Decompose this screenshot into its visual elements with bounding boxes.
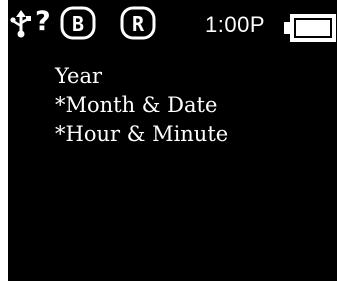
b-badge-label: B — [72, 12, 84, 36]
menu-item-year[interactable]: Year — [55, 62, 228, 91]
b-badge-icon: B — [60, 6, 96, 40]
device-screen: ? B R 1:00P Year *Month & Date *Hour & M… — [8, 0, 337, 281]
menu-item-hour-minute[interactable]: *Hour & Minute — [55, 120, 228, 149]
battery-icon — [284, 14, 336, 42]
r-badge-label: R — [132, 12, 145, 36]
date-time-menu: Year *Month & Date *Hour & Minute — [55, 62, 228, 149]
clock: 1:00P — [205, 12, 265, 37]
menu-item-month-date[interactable]: *Month & Date — [55, 91, 228, 120]
battery-level-fill — [296, 20, 330, 36]
help-glyph: ? — [35, 6, 51, 37]
r-badge-icon: R — [120, 6, 156, 40]
usb-icon — [10, 10, 32, 38]
status-bar: ? B R 1:00P — [8, 0, 337, 50]
